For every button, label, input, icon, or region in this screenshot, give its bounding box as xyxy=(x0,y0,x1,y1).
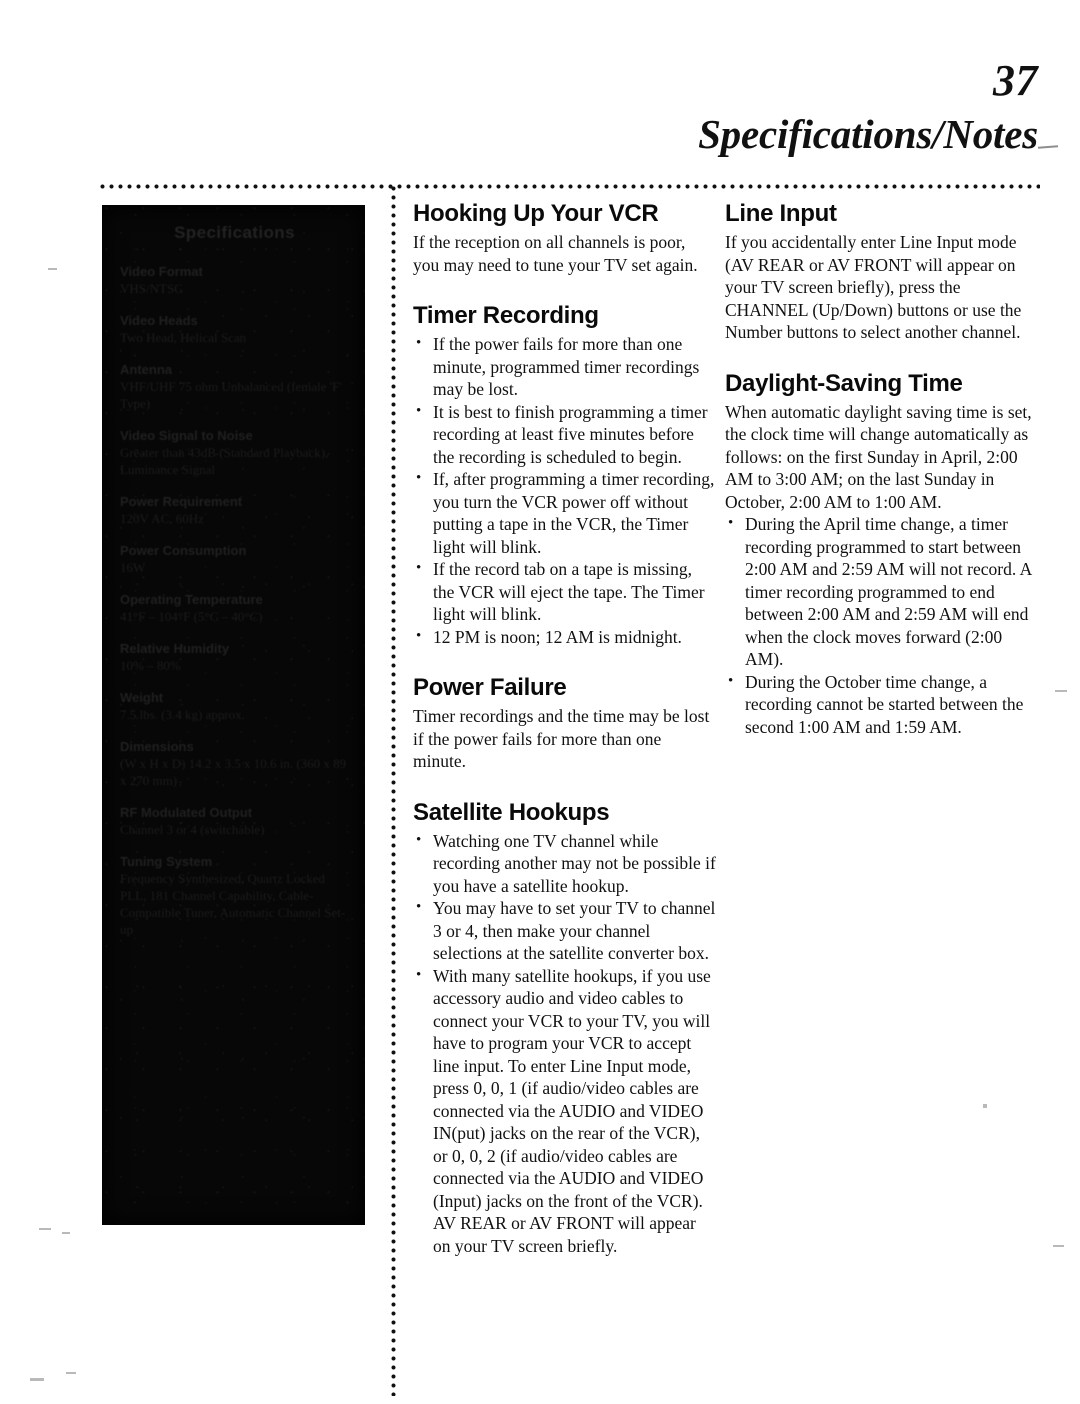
specifications-list: Video Format VHS/NTSC Video Heads Two Head,… xyxy=(120,263,349,938)
page-header: 37 Specifications/Notes xyxy=(338,58,1038,158)
specification-group: Weight 7.5 lbs. (3.4 kg) approx. xyxy=(120,689,349,723)
section-heading: Hooking Up Your VCR xyxy=(413,200,659,227)
specification-group: Video Signal to Noise Greater than 43dB (… xyxy=(120,427,349,478)
section-paragraph: If the reception on all channels is poor… xyxy=(413,232,698,275)
bullet-list: If the power fails for more than one min… xyxy=(413,332,716,649)
specification-label: Antenna xyxy=(120,362,172,377)
scan-speckle xyxy=(1055,690,1067,692)
specification-label: Video Format xyxy=(120,264,203,279)
bullet-item: 12 PM is noon; 12 AM is midnight. xyxy=(413,625,716,649)
section-heading: Daylight-Saving Time xyxy=(725,369,963,397)
specification-value: 120V AC, 60Hz xyxy=(120,511,204,526)
specification-label: Relative Humidity xyxy=(120,641,230,656)
section-heading: Power Failure xyxy=(413,674,567,701)
specification-value: Greater than 43dB (Standard Playback), L… xyxy=(120,445,329,477)
specification-value: VHS/NTSC xyxy=(120,281,183,296)
section-heading: Line Input xyxy=(725,200,837,227)
vertical-dotted-rule xyxy=(391,186,396,1396)
specification-label: Tuning System xyxy=(120,854,213,869)
specification-group: Dimensions (W x H x D) 14.2 x 3.5 x 10.6 … xyxy=(120,738,349,789)
specification-label: Video Heads xyxy=(120,313,198,328)
content-section: Line Input If you accidentally enter Line… xyxy=(725,200,1037,344)
scan-speckle xyxy=(39,1228,51,1230)
specification-group: Power Consumption 16W xyxy=(120,542,349,576)
bullet-list: During the April time change, a timer re… xyxy=(725,512,1037,739)
scan-speckle xyxy=(66,1372,76,1374)
bullet-item: During the October time change, a record… xyxy=(725,670,1037,739)
bullet-item: If, after programming a timer recording,… xyxy=(413,467,716,558)
specification-group: RF Modulated Output Channel 3 or 4 (switc… xyxy=(120,804,349,838)
specification-group: Operating Temperature 41°F – 104°F (5°C –… xyxy=(120,591,349,625)
specification-label: Dimensions xyxy=(120,739,194,754)
horizontal-dotted-rule xyxy=(100,184,1040,189)
bullet-item: You may have to set your TV to channel 3… xyxy=(413,896,716,965)
title-dash-artifact xyxy=(1037,145,1059,149)
text-column-right: Line Input If you accidentally enter Line… xyxy=(725,200,1037,738)
content-section: Power Failure Timer recordings and the ti… xyxy=(413,674,716,773)
specification-value: VHF/UHF 75 ohm Unbalanced (female 'F' Ty… xyxy=(120,379,342,411)
specifications-block: Specifications Video Format VHS/NTSC Video… xyxy=(102,205,365,1225)
document-page: 37 Specifications/Notes Specifications V… xyxy=(0,0,1080,1404)
content-section: Satellite Hookups Watching one TV channel… xyxy=(413,799,716,1258)
specification-value: 7.5 lbs. (3.4 kg) approx. xyxy=(120,707,245,722)
content-section: Hooking Up Your VCR If the reception on a… xyxy=(413,200,716,276)
bullet-item: Watching one TV channel while recording … xyxy=(413,829,716,898)
bullet-item: With many satellite hookups, if you use … xyxy=(413,964,716,1258)
content-section: Daylight-Saving Time When automatic dayli… xyxy=(725,370,1037,739)
text-column-middle: Hooking Up Your VCR If the reception on a… xyxy=(413,200,716,1257)
specification-group: Antenna VHF/UHF 75 ohm Unbalanced (female… xyxy=(120,361,349,412)
scan-speckle xyxy=(48,268,57,270)
bullet-item: If the power fails for more than one min… xyxy=(413,332,716,401)
section-paragraph: Timer recordings and the time may be los… xyxy=(413,706,710,771)
specifications-heading: Specifications xyxy=(174,223,295,242)
specification-value: 16W xyxy=(120,560,146,575)
specification-label: Power Consumption xyxy=(120,543,247,558)
specification-label: RF Modulated Output xyxy=(120,805,253,820)
specification-group: Tuning System Frequency Synthesized, Quar… xyxy=(120,853,349,938)
bullet-list: Watching one TV channel while recording … xyxy=(413,829,716,1258)
specification-value: Channel 3 or 4 (switchable) xyxy=(120,822,265,837)
bullet-item: It is best to finish programming a timer… xyxy=(413,400,716,469)
scan-speckle xyxy=(983,1104,987,1108)
specification-value: 10% – 80% xyxy=(120,658,181,673)
scan-speckle xyxy=(62,1232,70,1234)
section-paragraph: When automatic daylight saving time is s… xyxy=(725,401,1032,512)
bullet-item: During the April time change, a timer re… xyxy=(725,512,1037,671)
specification-label: Operating Temperature xyxy=(120,592,263,607)
scan-speckle xyxy=(30,1378,44,1381)
page-title: Specifications/Notes xyxy=(698,111,1038,157)
specification-value: 41°F – 104°F (5°C – 40°C) xyxy=(120,609,263,624)
specification-label: Weight xyxy=(120,690,164,705)
bullet-item: If the record tab on a tape is missing, … xyxy=(413,557,716,626)
page-number: 37 xyxy=(993,56,1038,105)
specification-value: Two Head, Helical Scan xyxy=(120,330,247,345)
specification-group: Power Requirement 120V AC, 60Hz xyxy=(120,493,349,527)
scan-speckle xyxy=(1053,1245,1064,1247)
section-paragraph: If you accidentally enter Line Input mod… xyxy=(725,232,1022,342)
specification-value: (W x H x D) 14.2 x 3.5 x 10.6 in. (360 x… xyxy=(120,756,347,788)
specification-label: Video Signal to Noise xyxy=(120,428,253,443)
specification-group: Video Heads Two Head, Helical Scan xyxy=(120,312,349,346)
specification-group: Video Format VHS/NTSC xyxy=(120,263,349,297)
specifications-content: Specifications Video Format VHS/NTSC Video… xyxy=(102,205,365,938)
specification-value: Frequency Synthesized, Quartz Locked PLL… xyxy=(120,871,346,937)
specification-label: Power Requirement xyxy=(120,494,243,509)
content-section: Timer Recording If the power fails for mo… xyxy=(413,302,716,648)
specification-group: Relative Humidity 10% – 80% xyxy=(120,640,349,674)
section-heading: Satellite Hookups xyxy=(413,798,610,826)
section-heading: Timer Recording xyxy=(413,302,599,329)
